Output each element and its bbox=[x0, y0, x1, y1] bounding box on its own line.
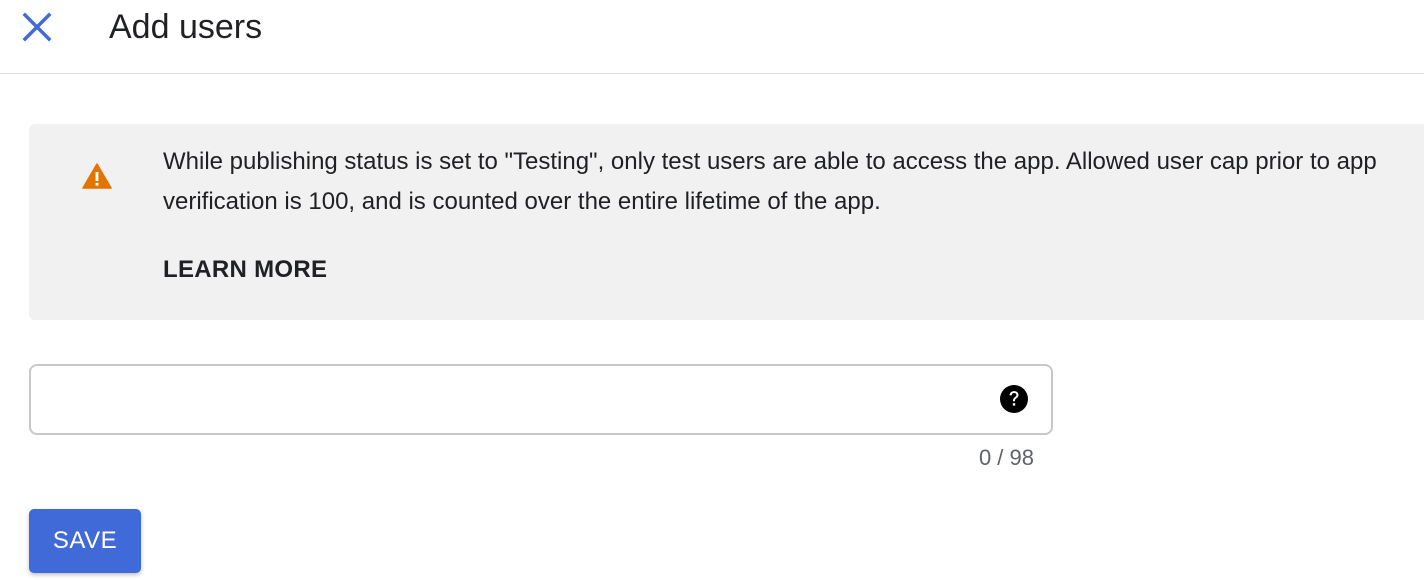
warning-icon bbox=[82, 163, 112, 189]
page-title: Add users bbox=[109, 8, 263, 46]
banner-message: While publishing status is set to "Testi… bbox=[163, 148, 1377, 215]
close-button[interactable] bbox=[14, 4, 60, 50]
close-icon bbox=[22, 12, 52, 42]
learn-more-link[interactable]: LEARN MORE bbox=[163, 252, 327, 288]
users-input[interactable] bbox=[45, 366, 989, 435]
help-icon[interactable] bbox=[999, 384, 1029, 414]
header: Add users bbox=[0, 0, 1424, 74]
users-input-container bbox=[29, 364, 1053, 435]
save-button[interactable]: SAVE bbox=[29, 509, 141, 573]
character-counter: 0 / 98 bbox=[978, 445, 1034, 470]
